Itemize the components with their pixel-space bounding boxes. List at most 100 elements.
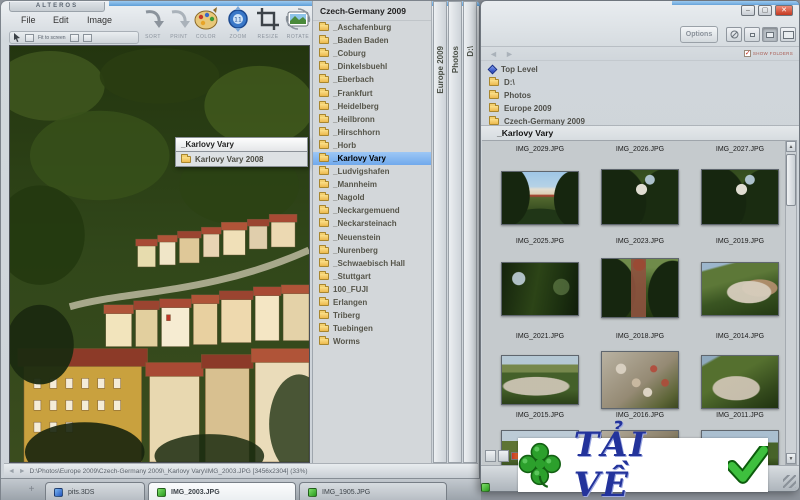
thumbnail-image[interactable]: [701, 262, 779, 316]
back-arrow-icon[interactable]: ◄: [489, 49, 498, 59]
folder-item[interactable]: _Neckargemuend: [313, 204, 431, 217]
maximize-button[interactable]: ▢: [758, 5, 772, 16]
folder-icon: [319, 22, 329, 32]
menu-file[interactable]: File: [21, 15, 36, 25]
thumbnail-image[interactable]: [601, 169, 679, 225]
crop-icon[interactable]: [255, 6, 281, 32]
show-folders-checkbox[interactable]: ✓ SHOW FOLDERS: [743, 50, 793, 57]
slider-right-button[interactable]: [498, 450, 509, 462]
add-tab-button[interactable]: +: [25, 484, 38, 497]
paste-tool-icon[interactable]: [82, 33, 92, 42]
zoom-icon[interactable]: 11: [225, 6, 251, 32]
folder-item[interactable]: _Heidelberg: [313, 100, 431, 113]
thumbnail-image[interactable]: [501, 171, 579, 225]
tab-img-1905[interactable]: IMG_1905.JPG: [299, 482, 447, 500]
folder-item[interactable]: Erlangen: [313, 296, 431, 309]
scrollbar-thumb[interactable]: [786, 154, 796, 206]
path-item-drive-d[interactable]: D:\: [481, 76, 799, 89]
folder-item[interactable]: _Schwaebisch Hall: [313, 257, 431, 270]
menu-image[interactable]: Image: [87, 15, 112, 25]
folder-item[interactable]: _Hirschhorn: [313, 126, 431, 139]
sort-arrow-icon[interactable]: [140, 6, 166, 32]
folder-label: _Karlovy Vary: [333, 153, 386, 163]
large-thumbs-button[interactable]: [780, 27, 796, 42]
svg-text:11: 11: [234, 17, 242, 24]
status-next-icon[interactable]: ►: [19, 468, 26, 475]
pointer-tool-icon[interactable]: [13, 33, 21, 42]
slider-left-button[interactable]: [485, 450, 496, 462]
medium-thumbs-button[interactable]: [762, 27, 778, 42]
thumbnail-label: IMG_2019.JPG: [715, 238, 765, 245]
toolbar-label-rotate: ROTATE: [286, 34, 310, 40]
forward-arrow-icon[interactable]: ►: [505, 49, 514, 59]
thumbnail-image[interactable]: [601, 258, 679, 318]
folder-label: _Aschafenburg: [333, 23, 392, 33]
rotate-picture-icon[interactable]: [285, 6, 311, 32]
tab-pits-3ds[interactable]: pits.3DS: [45, 482, 145, 500]
resize-grip[interactable]: [783, 475, 796, 488]
folder-item[interactable]: _Mannheim: [313, 178, 431, 191]
thumbnail-image[interactable]: [701, 355, 779, 409]
toolbar-label-color: COLOR: [195, 34, 217, 40]
photo-canvas[interactable]: [9, 45, 310, 463]
folder-item[interactable]: _Frankfurt: [313, 86, 431, 99]
status-bar: ◄ ► D:\Photos\Europe 2009\Czech-Germany …: [4, 463, 478, 478]
side-tab-europe-2009[interactable]: Europe 2009: [433, 1, 447, 463]
folder-icon: [319, 205, 329, 215]
thumbnail-image[interactable]: [601, 351, 679, 409]
print-arrow-icon[interactable]: [166, 6, 192, 32]
minimize-button[interactable]: –: [741, 5, 755, 16]
folder-item[interactable]: _Ludvigshafen: [313, 165, 431, 178]
top-level-icon: [487, 64, 498, 75]
copy-tool-icon[interactable]: [69, 33, 79, 42]
folder-item[interactable]: _Stuttgart: [313, 270, 431, 283]
folder-item[interactable]: _Neuenstein: [313, 231, 431, 244]
small-thumbs-button[interactable]: [744, 27, 760, 42]
folder-item[interactable]: Tuebingen: [313, 322, 431, 335]
select-rect-tool-icon[interactable]: [25, 33, 34, 42]
path-item-europe-2009[interactable]: Europe 2009: [481, 102, 799, 115]
folder-item[interactable]: _Baden Baden: [313, 34, 431, 47]
folder-item[interactable]: _Heilbronn: [313, 113, 431, 126]
side-tab-drive-d[interactable]: D:\: [463, 1, 477, 463]
path-label: D:\: [504, 78, 515, 87]
folder-icon: [319, 87, 329, 97]
status-prev-icon[interactable]: ◄: [8, 468, 15, 475]
scroll-up-icon[interactable]: ▲: [786, 141, 796, 152]
folder-item[interactable]: Worms: [313, 335, 431, 348]
scroll-down-icon[interactable]: ▼: [786, 453, 796, 464]
thumbnail-image[interactable]: [501, 262, 579, 316]
browser-window: – ▢ ✕ Options ◄ ► ✓ SHOW FOLDERS Top Lev…: [480, 0, 800, 492]
folder-item[interactable]: _Coburg: [313, 47, 431, 60]
folder-popup-item[interactable]: Karlovy Vary 2008: [175, 152, 308, 167]
folder-item[interactable]: _Eberbach: [313, 73, 431, 86]
options-button[interactable]: Options: [680, 26, 718, 43]
tab-img-2003-active[interactable]: IMG_2003.JPG: [148, 482, 296, 500]
folder-item[interactable]: _Dinkelsbuehl: [313, 60, 431, 73]
view-off-button[interactable]: [726, 27, 742, 42]
thumbnail-image[interactable]: [701, 169, 779, 225]
folder-item-selected[interactable]: _Karlovy Vary: [313, 151, 431, 166]
folder-item[interactable]: _Horb: [313, 139, 431, 152]
color-palette-icon[interactable]: [193, 6, 219, 32]
close-button[interactable]: ✕: [775, 5, 793, 16]
folder-icon: [319, 100, 329, 110]
folder-item[interactable]: _Aschafenburg: [313, 21, 431, 34]
watermark-banner: TẢI VỀ: [518, 425, 769, 500]
folder-item[interactable]: Triberg: [313, 309, 431, 322]
fit-mode-dropdown[interactable]: Fit to screen: [38, 35, 66, 41]
folder-icon: [319, 74, 329, 84]
vertical-scrollbar[interactable]: ▲ ▼: [785, 140, 797, 465]
path-item-top-level[interactable]: Top Level: [481, 63, 799, 76]
path-item-photos[interactable]: Photos: [481, 89, 799, 102]
thumbnail-image[interactable]: [501, 355, 579, 405]
folder-item[interactable]: _Neckarsteinach: [313, 217, 431, 230]
large-square-icon: [782, 30, 794, 39]
menu-edit[interactable]: Edit: [53, 15, 69, 25]
folder-item[interactable]: _Nurenberg: [313, 244, 431, 257]
toolbar-label-resize: RESIZE: [257, 34, 279, 40]
jpg-file-icon-partial-tab[interactable]: [481, 483, 490, 492]
folder-item[interactable]: 100_FUJI: [313, 283, 431, 296]
side-tab-photos[interactable]: Photos: [448, 1, 462, 463]
folder-item[interactable]: _Nagold: [313, 191, 431, 204]
